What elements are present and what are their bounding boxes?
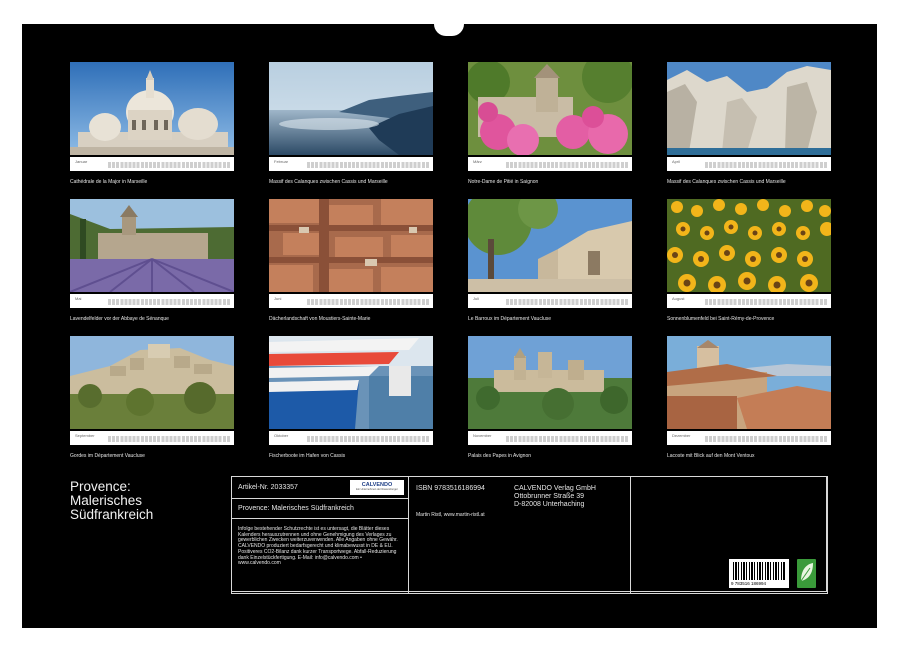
author-credit: Martin Ristl, www.martin-ristl.at — [416, 512, 485, 518]
publisher-city: D-82008 Unterhaching — [514, 501, 585, 508]
photo-caption: Massif des Calanques zwischen Cassis und… — [269, 179, 388, 185]
photo-caption: Notre-Dame de Pitié in Saignon — [468, 179, 539, 185]
title-line-2: Malerisches — [70, 493, 143, 508]
product-title: Provence: Malerisches Südfrankreich — [238, 505, 354, 512]
photo-caption: Cathédrale de la Major in Marseille — [70, 179, 148, 185]
month-name: Oktober — [274, 433, 289, 438]
photo-roofs-moustiers — [269, 199, 433, 292]
photo-calanques-sea — [269, 62, 433, 155]
calendar-title: Provence: Malerisches Südfrankreich — [70, 480, 153, 522]
publisher-name: CALVENDO Verlag GmbH — [514, 485, 596, 492]
month-grid: Februar — [269, 157, 433, 171]
month-grid: April — [667, 157, 831, 171]
month-grid: Juli — [468, 294, 632, 308]
publisher-cell: ISBN 9783516186994 CALVENDO Verlag GmbH … — [408, 476, 631, 594]
title-line-3: Südfrankreich — [70, 507, 154, 522]
photo-cathedrale-marseille — [70, 62, 234, 155]
photo-calanques-cliffs — [667, 62, 831, 155]
publisher-address: CALVENDO Verlag GmbH Ottobrunner Straße … — [514, 485, 596, 509]
month-grid: Januar — [70, 157, 234, 171]
calendar-back-page: Januar Cathédrale de la Major in Marseil… — [22, 24, 877, 628]
month-grid: Juni — [269, 294, 433, 308]
month-grid: März — [468, 157, 632, 171]
isbn: ISBN 9783516186994 — [416, 485, 485, 492]
month-name: Mai — [75, 296, 82, 301]
month-name: April — [672, 159, 681, 164]
photo-le-barroux — [468, 199, 632, 292]
month-name: Dezember — [672, 433, 691, 438]
photo-gordes — [70, 336, 234, 429]
photo-caption: Sonnenblumenfeld bei Saint-Rémy-de-Prove… — [667, 316, 775, 322]
month-grid: November — [468, 431, 632, 445]
photo-caption: Palais des Papes in Avignon — [468, 453, 532, 459]
product-title-cell: Provence: Malerisches Südfrankreich — [231, 498, 409, 519]
month-grid: Dezember — [667, 431, 831, 445]
photo-lavender-senanque — [70, 199, 234, 292]
barcode-cell: 9 783516 186994 — [630, 476, 828, 594]
month-name: Februar — [274, 159, 289, 164]
photo-lacoste — [667, 336, 831, 429]
barcode-number: 9 783516 186994 — [731, 581, 767, 586]
photo-caption: Lavendelfelder vor der Abbaye de Sénanqu… — [70, 316, 169, 322]
month-grid: Mai — [70, 294, 234, 308]
photo-sunflowers — [667, 199, 831, 292]
product-info-box: Artikel-Nr. 2033357 CALVENDO Ein Unterne… — [231, 476, 828, 594]
month-name: November — [473, 433, 492, 438]
article-number: Artikel-Nr. 2033357 — [238, 484, 298, 491]
logo-subtext: Ein Unternehmen der Ravensburger — [356, 488, 398, 491]
month-name: März — [473, 159, 482, 164]
photo-palais-des-papes — [468, 336, 632, 429]
legal-text: Infolge bestehender Schutzrechte ist es … — [238, 526, 398, 567]
photo-caption: Le Barroux im Département Vaucluse — [468, 316, 552, 322]
legal-cell: Infolge bestehender Schutzrechte ist es … — [231, 518, 409, 594]
month-name: Juli — [473, 296, 480, 301]
calvendo-logo: CALVENDO Ein Unternehmen der Ravensburge… — [350, 480, 404, 495]
title-line-1: Provence: — [70, 479, 131, 494]
month-name: Juni — [274, 296, 282, 301]
barcode: 9 783516 186994 — [729, 559, 789, 588]
month-grid: Oktober — [269, 431, 433, 445]
month-grid: August — [667, 294, 831, 308]
hanger-cutout — [434, 24, 464, 36]
photo-boats-cassis — [269, 336, 433, 429]
article-number-cell: Artikel-Nr. 2033357 CALVENDO Ein Unterne… — [231, 476, 409, 499]
leaf-icon — [797, 559, 816, 588]
publisher-street: Ottobrunner Straße 39 — [514, 493, 585, 500]
photo-caption: Fischerboote im Hafen von Cassis — [269, 453, 346, 459]
barcode-bars — [733, 562, 785, 580]
month-name: Januar — [75, 159, 88, 164]
month-name: September — [75, 433, 95, 438]
photo-caption: Lacoste mit Blick auf den Mont Ventoux — [667, 453, 755, 459]
photo-notre-dame-saignon — [468, 62, 632, 155]
month-grid: September — [70, 431, 234, 445]
photo-caption: Dächerlandschaft von Moustiers-Sainte-Ma… — [269, 316, 371, 322]
photo-caption: Massif des Calanques zwischen Cassis und… — [667, 179, 786, 185]
photo-caption: Gordes im Département Vaucluse — [70, 453, 145, 459]
month-name: August — [672, 296, 685, 301]
